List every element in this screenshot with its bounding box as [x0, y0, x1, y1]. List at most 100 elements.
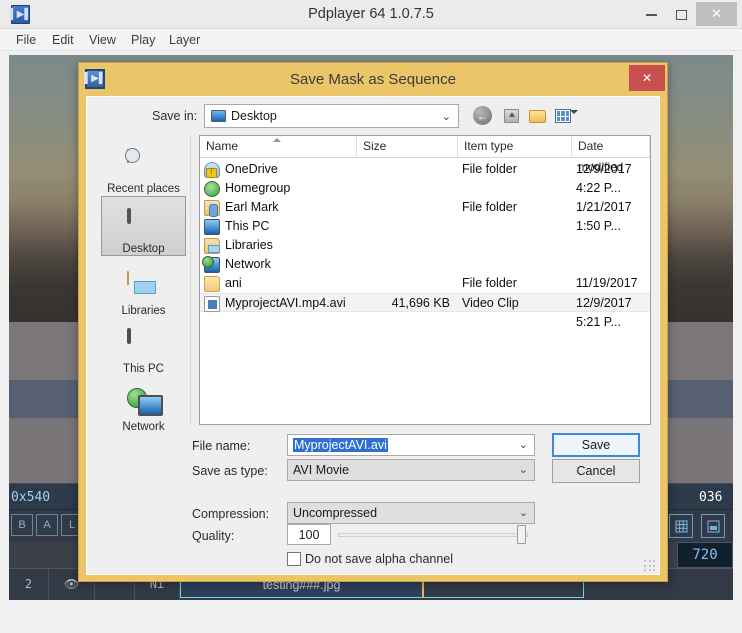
save-dialog: ▌▶▌ Save Mask as Sequence ✕ Save in: Des…	[78, 62, 668, 582]
save-button[interactable]: Save	[552, 433, 640, 457]
file-date-cell: 12/9/2017 5:21 P...	[576, 296, 632, 329]
file-name-label: File name:	[192, 439, 251, 453]
compression-select[interactable]: Uncompressed ⌄	[287, 502, 535, 524]
place-libraries[interactable]: Libraries	[101, 257, 186, 317]
table-row[interactable]: Homegroup	[200, 179, 650, 198]
quality-slider-thumb[interactable]	[517, 525, 526, 544]
place-label: Recent places	[107, 183, 180, 195]
file-list[interactable]: Name Size Item type Date modified OneDri…	[199, 135, 651, 425]
dialog-close-button[interactable]: ✕	[629, 65, 665, 91]
dialog-titlebar: ▌▶▌ Save Mask as Sequence ✕	[79, 63, 667, 96]
save-as-type-select[interactable]: AVI Movie ⌄	[287, 459, 535, 481]
dialog-title: Save Mask as Sequence	[290, 71, 456, 88]
file-type-cell: File folder	[462, 200, 517, 214]
quality-input[interactable]: 100	[287, 524, 331, 545]
libraries-folder-icon	[126, 271, 161, 302]
file-type-cell: Video Clip	[462, 296, 519, 310]
chevron-down-icon[interactable]: ⌄	[519, 438, 528, 451]
network-icon	[202, 255, 220, 273]
quality-label: Quality:	[192, 529, 235, 543]
file-name-cell: Homegroup	[204, 179, 290, 198]
table-row[interactable]: Network	[200, 255, 650, 274]
file-list-header: Name Size Item type Date modified	[200, 136, 650, 174]
chevron-down-icon: ⌄	[441, 111, 451, 123]
place-recent-places[interactable]: Recent places	[101, 135, 186, 195]
menu-file[interactable]: File	[10, 29, 42, 51]
chevron-down-icon[interactable]	[570, 110, 578, 114]
table-row[interactable]: MyprojectAVI.mp4.avi 41,696 KB Video Cli…	[200, 293, 650, 329]
menubar: File Edit View Play Layer	[0, 29, 742, 51]
quality-slider-track[interactable]	[338, 533, 528, 537]
place-label: Desktop	[122, 243, 165, 255]
file-size-cell	[360, 236, 450, 255]
column-date[interactable]: Date modified	[572, 136, 650, 174]
column-item-type[interactable]: Item type	[458, 136, 572, 157]
table-row[interactable]: Earl Mark File folder 1/21/2017 1:50 P..…	[200, 198, 650, 233]
save-as-type-label: Save as type:	[192, 464, 268, 478]
file-size-cell	[360, 255, 450, 274]
monitor-icon	[211, 110, 226, 122]
table-row[interactable]: Libraries	[200, 236, 650, 255]
table-row[interactable]: This PC	[200, 217, 650, 236]
image-icon[interactable]	[701, 514, 725, 538]
views-icon[interactable]	[551, 104, 575, 128]
onedrive-icon	[204, 161, 220, 178]
dialog-body: Save in: Desktop ⌄ ← Recent places Deskt…	[86, 96, 660, 575]
file-name-cell: This PC	[204, 217, 269, 236]
save-in-combobox[interactable]: Desktop ⌄	[204, 104, 459, 128]
maximize-button[interactable]	[666, 0, 696, 29]
file-size-cell: 41,696 KB	[391, 296, 450, 310]
up-one-level-icon[interactable]	[499, 104, 523, 128]
file-size-cell	[360, 274, 450, 293]
file-type-cell: File folder	[462, 162, 517, 176]
window-titlebar: ▌▶▌ Pdplayer 64 1.0.7.5 ✕	[0, 0, 742, 29]
menu-view[interactable]: View	[83, 29, 122, 51]
back-arrow-icon[interactable]: ←	[473, 106, 492, 125]
chevron-down-icon[interactable]: ⌄	[519, 506, 528, 519]
value-field[interactable]: 720	[677, 542, 733, 568]
alpha-channel-checkbox[interactable]	[287, 552, 301, 566]
compression-label: Compression:	[192, 507, 270, 521]
file-size-cell	[360, 160, 450, 179]
place-desktop[interactable]: Desktop	[101, 196, 186, 256]
file-date-cell: 11/19/2017 8:35 ...	[576, 276, 638, 309]
chevron-down-icon[interactable]: ⌄	[519, 463, 528, 476]
chip-a[interactable]: A	[36, 514, 58, 536]
close-button[interactable]: ✕	[696, 2, 737, 26]
file-name-cell: ani	[204, 274, 242, 293]
menu-layer[interactable]: Layer	[163, 29, 206, 51]
file-name-cell: MyprojectAVI.mp4.avi	[204, 294, 346, 313]
folder-icon	[204, 275, 220, 292]
menu-play[interactable]: Play	[125, 29, 161, 51]
libraries-icon	[204, 237, 220, 254]
file-name-input[interactable]: MyprojectAVI.avi ⌄	[287, 434, 535, 456]
this-pc-icon	[126, 328, 161, 360]
file-size-cell	[360, 198, 450, 217]
cancel-button[interactable]: Cancel	[552, 459, 640, 483]
table-row[interactable]: ani File folder 11/19/2017 8:35 ...	[200, 274, 650, 309]
grid-icon[interactable]	[669, 514, 693, 538]
network-globe-icon	[127, 388, 161, 418]
file-name-value: MyprojectAVI.avi	[293, 438, 388, 452]
resize-grip[interactable]	[643, 559, 655, 571]
file-type-cell: File folder	[462, 276, 517, 290]
minimize-button[interactable]	[636, 0, 666, 29]
table-row[interactable]: OneDrive File folder 12/9/2017 4:22 P...	[200, 160, 650, 195]
this-pc-icon	[204, 218, 220, 235]
alpha-channel-label: Do not save alpha channel	[305, 552, 454, 566]
layer-index: 2	[9, 569, 49, 600]
homegroup-icon	[204, 180, 220, 197]
user-folder-icon	[204, 199, 220, 217]
resolution-readout: 0x540	[11, 490, 51, 505]
place-this-pc[interactable]: This PC	[101, 315, 186, 375]
save-in-value: Desktop	[231, 109, 277, 123]
column-size[interactable]: Size	[357, 136, 458, 157]
file-name-cell: Network	[202, 255, 271, 274]
application-window: ▌▶▌ Pdplayer 64 1.0.7.5 ✕ File Edit View…	[0, 0, 742, 633]
menu-edit[interactable]: Edit	[46, 29, 80, 51]
new-folder-icon[interactable]	[525, 104, 549, 128]
place-network[interactable]: Network	[101, 373, 186, 433]
file-size-cell	[360, 217, 450, 236]
chip-b[interactable]: B	[11, 514, 33, 536]
save-in-label: Save in:	[152, 109, 198, 123]
